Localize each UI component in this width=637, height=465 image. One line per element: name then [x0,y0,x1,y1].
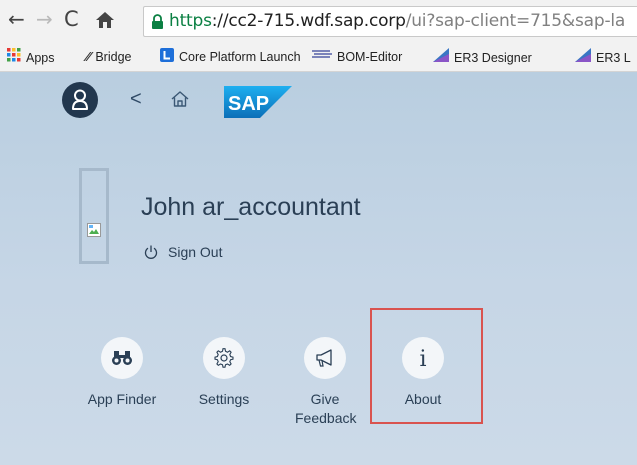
bookmark-bom-editor[interactable]: BOM-Editor [312,49,402,66]
bookmark-core-platform[interactable]: Core Platform Launch [160,48,301,67]
sap-logo[interactable]: SAP [224,86,292,118]
bookmark-label: ER3 L [596,50,631,65]
bookmark-er3-designer[interactable]: ER3 Designer [433,48,532,67]
url-path: /ui?sap-client=715&sap-la [405,11,626,31]
give-feedback-button[interactable]: Give Feedback [280,337,370,428]
bookmark-bridge[interactable]: ⁄⁄ Bridge [86,49,131,66]
bookmark-label: Bridge [95,50,132,64]
er3-icon [433,48,449,67]
give-feedback-text: Give Feedback [295,391,357,426]
about-highlight-box [370,308,483,424]
url-text[interactable]: https://cc2-715.wdf.sap.corp/ui?sap-clie… [169,11,625,31]
user-avatar-button[interactable] [62,82,98,118]
browser-toolbar: ← → C https://cc2-715.wdf.sap.corp/ui?sa… [0,0,637,43]
bookmark-er3-l[interactable]: ER3 L [575,48,631,67]
address-bar[interactable]: https://cc2-715.wdf.sap.corp/ui?sap-clie… [143,6,637,37]
me-area-panel: < SAP John ar_accountant Sign Out App Fi… [0,72,637,465]
app-finder-button[interactable]: App Finder [78,337,166,409]
sign-out-label: Sign Out [168,244,223,260]
l-logo-icon [160,48,174,67]
user-photo [79,168,109,264]
person-icon [72,89,88,110]
url-host: ://cc2-715.wdf.sap.corp [211,11,406,31]
bridge-icon: ⁄⁄ [86,49,91,65]
bookmark-label: BOM-Editor [337,50,403,64]
bom-editor-icon [312,48,332,65]
bookmark-label: Core Platform Launch [179,50,301,64]
gear-icon [214,348,234,368]
settings-label: Settings [198,391,250,407]
broken-image-icon [87,223,101,237]
settings-button[interactable]: Settings [184,337,264,409]
apps-grid-icon [7,48,21,67]
bookmark-label: Apps [26,50,55,65]
back-chevron-icon[interactable]: < [130,88,142,111]
give-feedback-label: Give Feedback [295,390,357,428]
er3-icon [575,48,591,67]
power-icon [144,245,158,259]
binoculars-icon [112,351,132,365]
bookmark-apps[interactable]: Apps [7,48,55,67]
svg-text:SAP: SAP [228,93,269,115]
home-icon[interactable] [170,89,190,109]
megaphone-icon [316,349,332,367]
url-scheme: https [169,11,212,31]
forward-arrow-icon[interactable]: → [36,8,53,30]
lock-icon [152,14,163,29]
user-name: John ar_accountant [141,193,361,221]
app-finder-label: App Finder [87,391,157,407]
bookmarks-bar: Apps ⁄⁄ Bridge Core Platform Launch BOM-E… [0,43,637,72]
back-arrow-icon[interactable]: ← [8,8,25,30]
sign-out-link[interactable]: Sign Out [144,244,222,260]
bookmark-label: ER3 Designer [454,50,532,65]
reload-icon[interactable]: C [64,8,79,30]
browser-home-icon[interactable] [94,10,116,35]
